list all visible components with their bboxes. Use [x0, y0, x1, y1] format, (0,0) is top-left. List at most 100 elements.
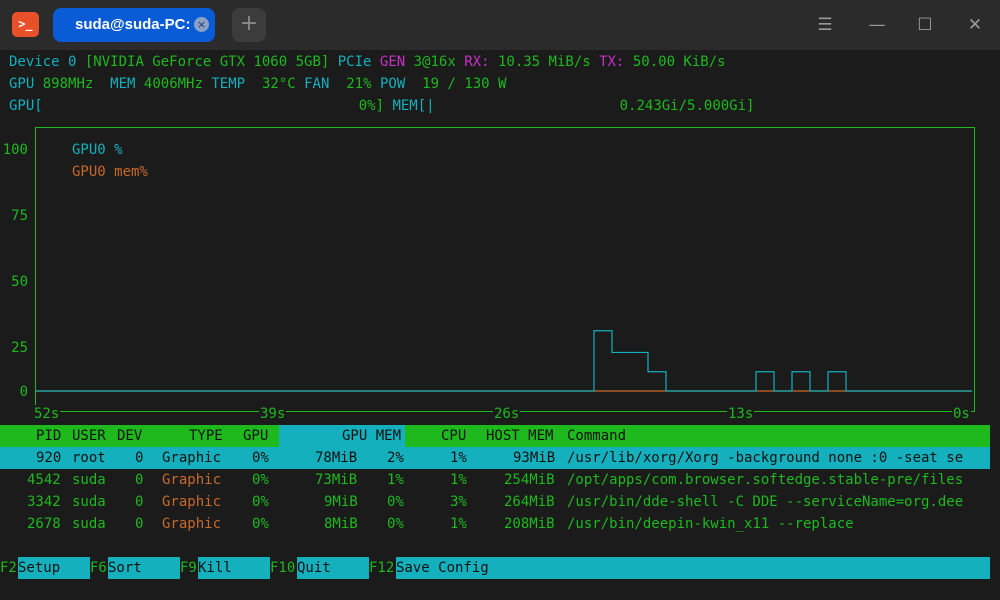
clock-info-line: GPU 898MHz MEM 4006MHz TEMP 32°C FAN 21%…: [9, 75, 506, 93]
y-tick-label: 50: [11, 274, 28, 290]
x-tick-label: 52s: [33, 405, 61, 423]
cell-command: /opt/apps/com.browser.softedge.stable-pr…: [567, 472, 964, 488]
col-gpu-mem[interactable]: GPU MEM: [342, 425, 401, 447]
tx-label: TX:: [599, 54, 625, 70]
col-cpu[interactable]: CPU: [441, 425, 466, 447]
cell-pid: 920: [36, 450, 62, 466]
fan-value: 21%: [346, 76, 372, 92]
terminal-icon[interactable]: >_: [12, 12, 39, 37]
chart-plot-area: [36, 330, 972, 392]
close-icon[interactable]: ✕: [964, 14, 986, 36]
cell-dev: 0: [135, 472, 144, 488]
col-type[interactable]: TYPE: [189, 425, 223, 447]
cell-type: Graphic: [162, 450, 222, 466]
cell-cpu: 1%: [450, 450, 467, 466]
cell-command: /usr/bin/dde-shell -C DDE --serviceName=…: [567, 494, 964, 510]
sort-button[interactable]: Sort: [108, 557, 180, 579]
mem-bar-value: 0.243Gi/5.000Gi]: [619, 98, 755, 114]
y-tick-label: 100: [2, 142, 28, 158]
tab-terminal[interactable]: suda@suda-PC: ~ ×: [53, 8, 215, 42]
cell-dev: 0: [135, 450, 144, 466]
cell-gpu-mem: 9MiB: [324, 494, 358, 510]
cell-type: Graphic: [162, 472, 222, 488]
quit-button[interactable]: Quit: [297, 557, 369, 579]
cell-gpu: 0%: [252, 450, 269, 466]
cell-gpu-mem-pct: 0%: [387, 516, 404, 532]
cell-gpu: 0%: [252, 494, 269, 510]
cell-gpu-mem-pct: 0%: [387, 494, 404, 510]
key-f12: F12: [369, 557, 395, 579]
gpu-usage-chart: GPU0 % GPU0 mem%: [35, 127, 975, 412]
gen-label: GEN: [379, 54, 406, 70]
cell-host-mem: 264MiB: [504, 494, 555, 510]
tab-close-icon[interactable]: ×: [194, 17, 209, 32]
cell-gpu-mem-pct: 1%: [387, 472, 404, 488]
col-host-mem[interactable]: HOST MEM: [486, 425, 553, 447]
menu-icon[interactable]: ☰: [814, 14, 836, 36]
mem-bar-label: MEM[|: [392, 98, 435, 114]
cell-gpu-mem-pct: 2%: [387, 450, 404, 466]
fan-label: FAN: [304, 76, 330, 92]
cell-command: /usr/bin/deepin-kwin_x11 --replace: [567, 516, 854, 532]
x-tick-label: 13s: [727, 405, 755, 423]
kill-button[interactable]: Kill: [198, 557, 270, 579]
cell-command: /usr/lib/xorg/Xorg -background none :0 -…: [567, 450, 964, 466]
col-command[interactable]: Command: [567, 425, 626, 447]
table-row[interactable]: 2678 suda 0 Graphic 0% 8MiB 0% 1% 208MiB…: [0, 513, 990, 535]
table-row[interactable]: 3342 suda 0 Graphic 0% 9MiB 0% 3% 264MiB…: [0, 491, 990, 513]
minimize-icon[interactable]: —: [866, 14, 888, 36]
gpu-bar-value: 0%]: [358, 98, 385, 114]
device-label: Device 0: [9, 54, 77, 70]
cell-type: Graphic: [162, 516, 222, 532]
key-f6: F6: [90, 557, 107, 579]
gpu-bar-label: GPU[: [9, 98, 43, 114]
cell-host-mem: 93MiB: [513, 450, 556, 466]
col-pid[interactable]: PID: [36, 425, 61, 447]
y-tick-label: 25: [11, 340, 28, 356]
col-user[interactable]: USER: [72, 425, 106, 447]
cell-pid: 2678: [27, 516, 61, 532]
legend-gpu-percent: GPU0 %: [72, 142, 123, 158]
save-config-button[interactable]: Save Config: [396, 557, 990, 579]
cell-gpu-mem: 8MiB: [324, 516, 358, 532]
y-tick-label: 0: [19, 384, 28, 400]
pow-value: 19 / 130 W: [422, 76, 507, 92]
legend-gpu-mem-percent: GPU0 mem%: [72, 164, 148, 180]
cell-host-mem: 208MiB: [504, 516, 555, 532]
temp-label: TEMP: [211, 76, 246, 92]
table-row[interactable]: 4542 suda 0 Graphic 0% 73MiB 1% 1% 254Mi…: [0, 469, 990, 491]
x-tick-label: 26s: [493, 405, 521, 423]
usage-bars-line: GPU[ 0%] MEM[| 0.243Gi/5.000Gi]: [9, 97, 754, 115]
cell-user: suda: [72, 516, 106, 532]
cell-pid: 4542: [27, 472, 61, 488]
cell-cpu: 1%: [450, 472, 467, 488]
col-gpu[interactable]: GPU: [243, 425, 268, 447]
mem-clock-value: 4006MHz: [143, 76, 203, 92]
col-dev[interactable]: DEV: [117, 425, 142, 447]
cell-gpu: 0%: [252, 516, 269, 532]
key-f10: F10: [270, 557, 296, 579]
tx-value: 50.00 KiB/s: [632, 54, 726, 70]
tab-title: suda@suda-PC: ~: [75, 16, 204, 33]
x-tick-label: 39s: [259, 405, 287, 423]
device-name: [NVIDIA GeForce GTX 1060 5GB]: [84, 54, 330, 70]
key-f2: F2: [0, 557, 17, 579]
cell-cpu: 3%: [450, 494, 467, 510]
cell-cpu: 1%: [450, 516, 467, 532]
chart-x-axis: 52s 39s 26s 13s 0s: [33, 402, 975, 423]
maximize-icon[interactable]: ☐: [914, 14, 936, 36]
setup-button[interactable]: Setup: [18, 557, 90, 579]
cell-dev: 0: [135, 516, 144, 532]
gpu-clock-value: 898MHz: [42, 76, 94, 92]
mem-clock-label: MEM: [110, 76, 136, 92]
process-table-header[interactable]: PID USER DEV TYPE GPU GPU MEM CPU HOST M…: [0, 425, 990, 447]
new-tab-button[interactable]: +: [232, 8, 266, 42]
key-f9: F9: [180, 557, 197, 579]
table-row[interactable]: 920 root 0 Graphic 0% 78MiB 2% 1% 93MiB …: [0, 447, 990, 469]
device-info-line: Device 0 [NVIDIA GeForce GTX 1060 5GB] P…: [9, 53, 726, 71]
rx-value: 10.35 MiB/s: [497, 54, 591, 70]
cell-user: suda: [72, 472, 106, 488]
y-tick-label: 75: [11, 208, 28, 224]
rx-label: RX:: [464, 54, 490, 70]
function-key-bar: F2 Setup F6 Sort F9 Kill F10 Quit F12 Sa…: [0, 557, 990, 579]
